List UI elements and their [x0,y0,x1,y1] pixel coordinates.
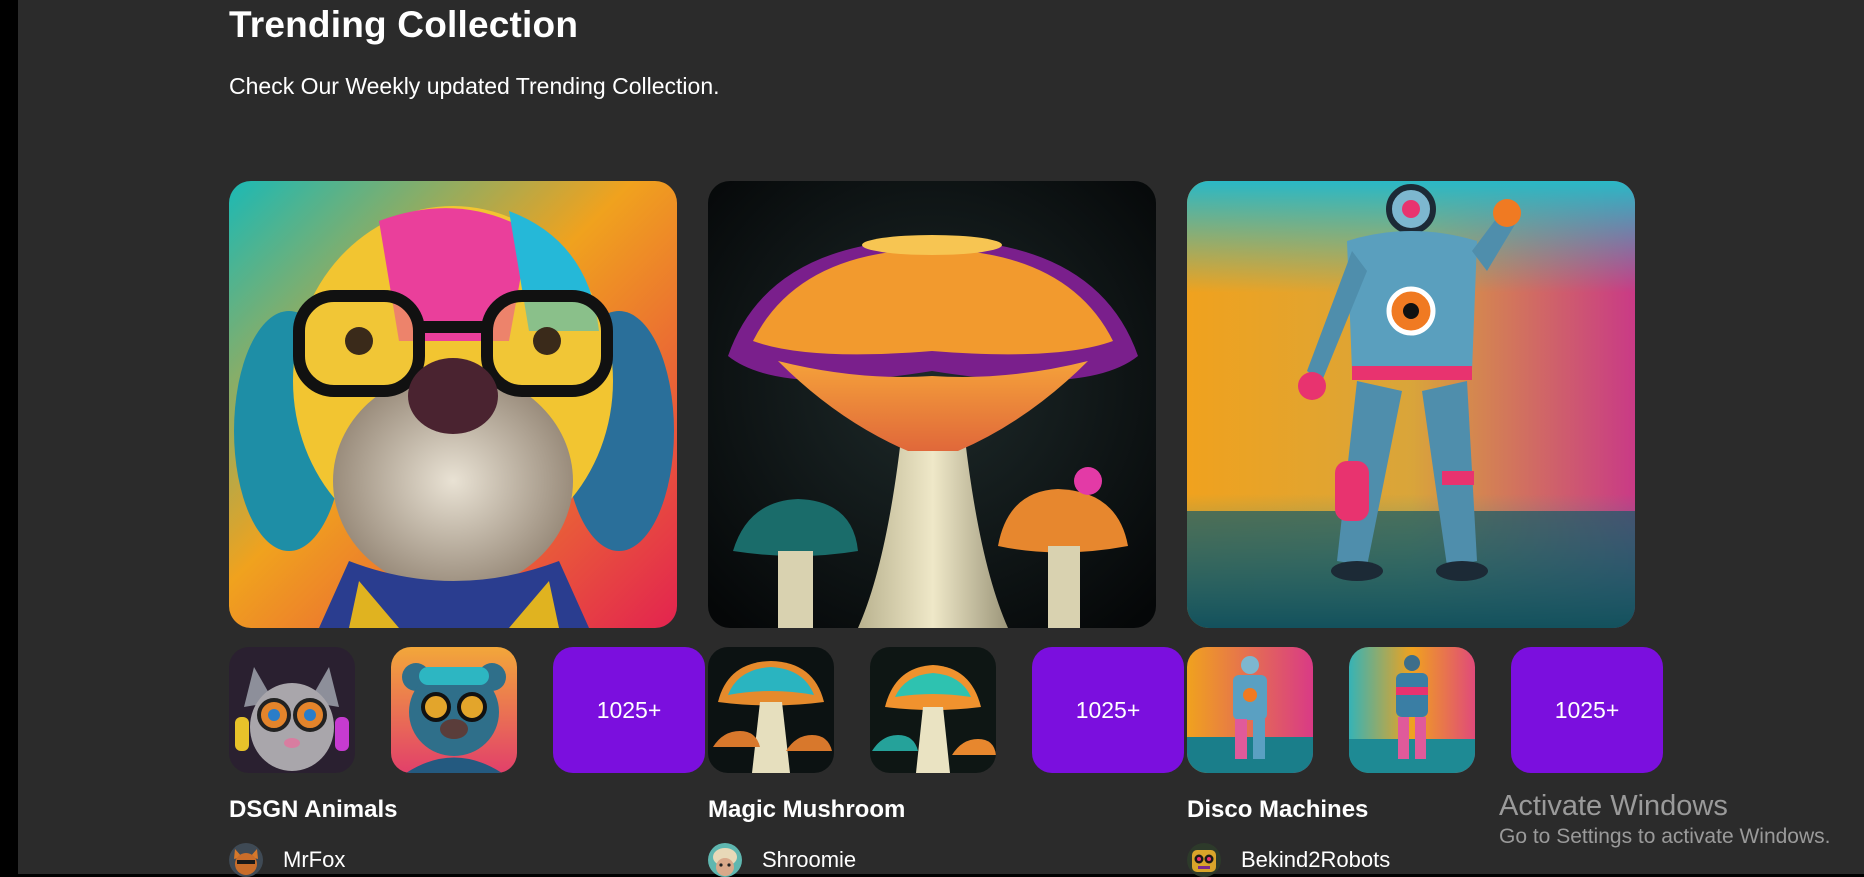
collection-creator[interactable]: Bekind2Robots [1187,843,1390,877]
collection-creator[interactable]: MrFox [229,843,345,877]
activate-windows-watermark: Activate Windows Go to Settings to activ… [1499,789,1831,851]
more-items-button[interactable]: 1025+ [553,647,705,773]
collection-name[interactable]: Disco Machines [1187,796,1368,824]
trending-collection-section: Trending Collection Check Our Weekly upd… [18,0,1864,877]
creator-name[interactable]: Bekind2Robots [1241,847,1390,873]
robot-image[interactable] [1187,181,1635,628]
creator-avatar[interactable] [229,843,263,877]
collection-card-magic-mushroom[interactable]: 1025+ Magic Mushroom Shroomie [708,181,1188,877]
creator-avatar[interactable] [708,843,742,877]
collection-name[interactable]: Magic Mushroom [708,796,905,824]
robot-thumbnail-2[interactable] [1349,647,1475,773]
watermark-subtitle: Go to Settings to activate Windows. [1499,825,1831,848]
watermark-title: Activate Windows [1499,790,1728,822]
collection-card-dsgn-animals[interactable]: 1025+ DSGN Animals MrFox [229,181,709,877]
more-items-button[interactable]: 1025+ [1032,647,1184,773]
mushroom-image[interactable] [708,181,1156,628]
mushroom-thumbnail-2[interactable] [870,647,996,773]
creator-name[interactable]: MrFox [283,847,345,873]
dog-with-glasses-image[interactable] [229,181,677,628]
robot-thumbnail-1[interactable] [1187,647,1313,773]
creator-avatar[interactable] [1187,843,1221,877]
more-items-button[interactable]: 1025+ [1511,647,1663,773]
cat-with-headphones-thumbnail[interactable] [229,647,355,773]
section-subtitle: Check Our Weekly updated Trending Collec… [229,73,720,99]
collection-name[interactable]: DSGN Animals [229,796,397,824]
collection-creator[interactable]: Shroomie [708,843,856,877]
collection-card-disco-machines[interactable]: 1025+ Disco Machines Bekind2Robots [1187,181,1667,877]
mushroom-thumbnail-1[interactable] [708,647,834,773]
section-title: Trending Collection [229,4,579,45]
bear-with-glasses-thumbnail[interactable] [391,647,517,773]
creator-name[interactable]: Shroomie [762,847,856,873]
